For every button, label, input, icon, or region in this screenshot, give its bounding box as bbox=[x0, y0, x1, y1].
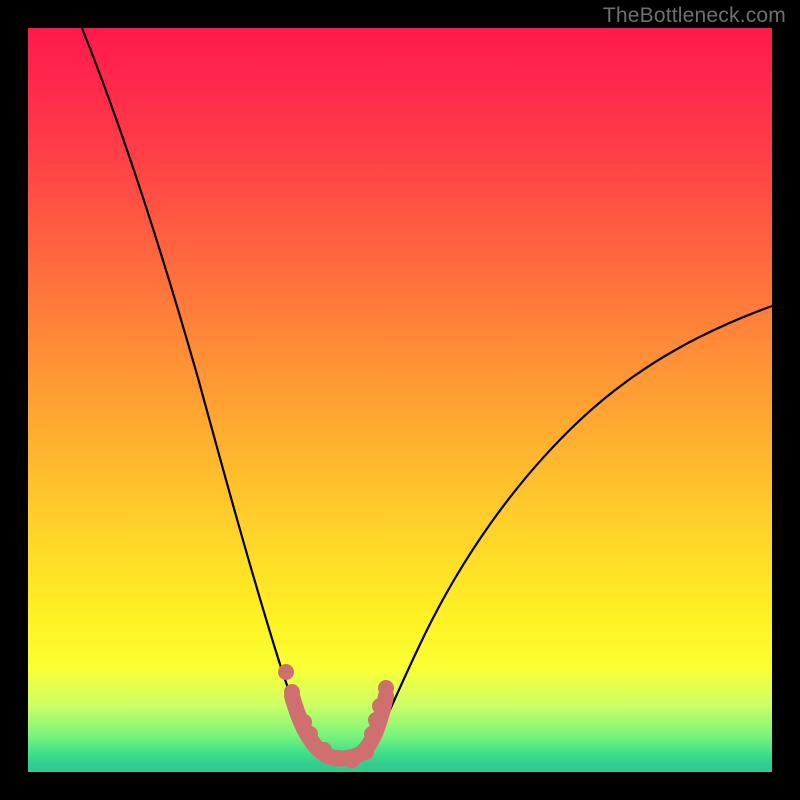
chart-frame: TheBottleneck.com bbox=[0, 0, 800, 800]
right-curve bbox=[370, 306, 772, 754]
plot-area bbox=[28, 28, 772, 772]
left-curve bbox=[82, 28, 324, 754]
chart-svg bbox=[28, 28, 772, 772]
watermark-text: TheBottleneck.com bbox=[603, 4, 786, 28]
